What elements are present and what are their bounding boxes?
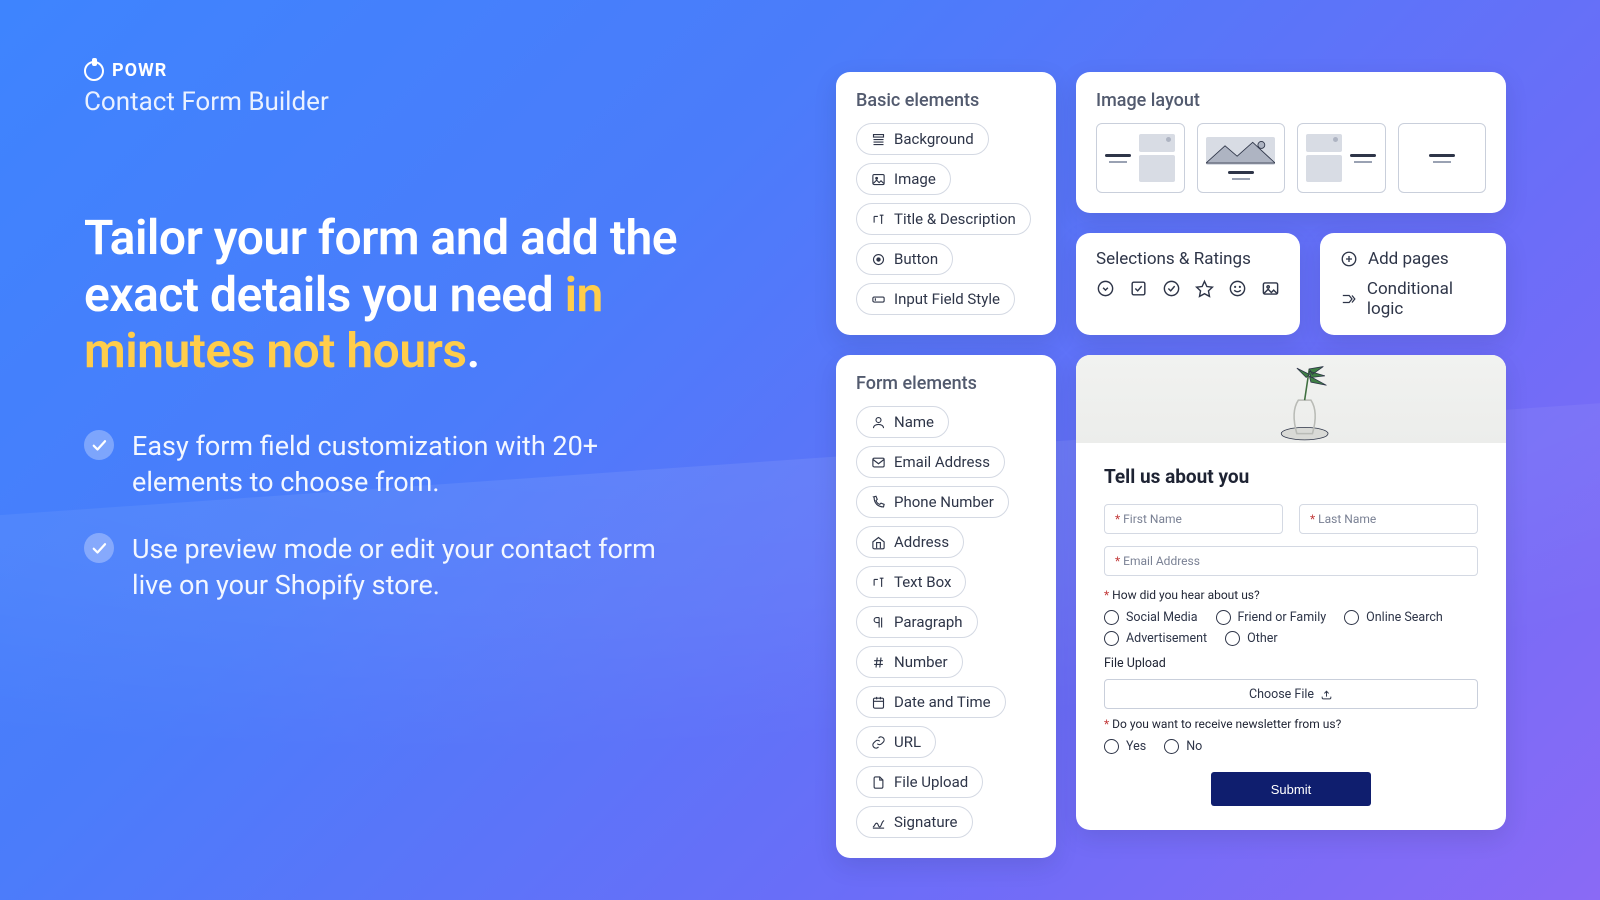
image-icon <box>1261 279 1280 298</box>
card-title: Form elements <box>856 373 1036 394</box>
element-pill-textbox[interactable]: Text Box <box>856 566 966 598</box>
radio-option[interactable]: Social Media <box>1104 610 1198 625</box>
layout-option-2[interactable] <box>1197 123 1286 193</box>
card-title: Image layout <box>1096 90 1486 111</box>
layout-option-3[interactable] <box>1297 123 1386 193</box>
element-pill-title[interactable]: Title & Description <box>856 203 1031 235</box>
add-pages-row[interactable]: Add pages <box>1340 249 1486 269</box>
element-pill-paragraph[interactable]: Paragraph <box>856 606 978 638</box>
element-pill-number[interactable]: Number <box>856 646 963 678</box>
element-pill-file[interactable]: File Upload <box>856 766 983 798</box>
form-hero-image <box>1076 355 1506 443</box>
submit-button[interactable]: Submit <box>1211 772 1371 806</box>
smile-icon <box>1228 279 1247 298</box>
element-pill-button[interactable]: Button <box>856 243 953 275</box>
element-pill-background[interactable]: Background <box>856 123 989 155</box>
element-pill-address[interactable]: Address <box>856 526 964 558</box>
powr-logo-icon <box>84 61 104 81</box>
element-pill-phone[interactable]: Phone Number <box>856 486 1009 518</box>
hero-heading: Tailor your form and add the exact detai… <box>84 210 724 380</box>
form-elements-card: Form elements Name Email Address Phone N… <box>836 355 1056 858</box>
bullet-item: Easy form field customization with 20+ e… <box>84 428 724 501</box>
radio-option[interactable]: Other <box>1225 631 1277 646</box>
radio-option[interactable]: No <box>1164 739 1202 754</box>
image-layout-card: Image layout <box>1076 72 1506 213</box>
check-icon <box>84 533 114 563</box>
basic-elements-card: Basic elements Background Image Title & … <box>836 72 1056 335</box>
radio-option[interactable]: Yes <box>1104 739 1146 754</box>
element-pill-url[interactable]: URL <box>856 726 936 758</box>
form-preview-card: Tell us about you *First Name *Last Name… <box>1076 355 1506 830</box>
card-title: Basic elements <box>856 90 1036 111</box>
layout-option-1[interactable] <box>1096 123 1185 193</box>
radio-option[interactable]: Online Search <box>1344 610 1443 625</box>
radio-option[interactable]: Advertisement <box>1104 631 1207 646</box>
email-field[interactable]: *Email Address <box>1104 546 1478 576</box>
check-icon <box>84 430 114 460</box>
check-circle-icon <box>1162 279 1181 298</box>
plus-circle-icon <box>1340 250 1358 268</box>
brand-name: POWR <box>112 60 167 81</box>
product-name: Contact Form Builder <box>84 87 329 117</box>
element-pill-image[interactable]: Image <box>856 163 951 195</box>
bullet-item: Use preview mode or edit your contact fo… <box>84 531 724 604</box>
question-label: *Do you want to receive newsletter from … <box>1104 717 1478 731</box>
brand-header: POWR Contact Form Builder <box>84 60 329 117</box>
element-pill-date[interactable]: Date and Time <box>856 686 1006 718</box>
radio-option[interactable]: Friend or Family <box>1216 610 1327 625</box>
element-pill-email[interactable]: Email Address <box>856 446 1005 478</box>
element-pill-name[interactable]: Name <box>856 406 949 438</box>
last-name-field[interactable]: *Last Name <box>1299 504 1478 534</box>
file-upload-label: File Upload <box>1104 656 1478 671</box>
logic-icon <box>1340 290 1357 308</box>
question-label: *How did you hear about us? <box>1104 588 1478 602</box>
selections-ratings-card: Selections & Ratings <box>1076 233 1300 335</box>
checkbox-icon <box>1129 279 1148 298</box>
first-name-field[interactable]: *First Name <box>1104 504 1283 534</box>
advanced-card: Add pages Conditional logic <box>1320 233 1506 335</box>
element-pill-input-style[interactable]: Input Field Style <box>856 283 1015 315</box>
choose-file-button[interactable]: Choose File <box>1104 679 1478 709</box>
element-pill-signature[interactable]: Signature <box>856 806 973 838</box>
star-icon <box>1195 279 1214 298</box>
layout-option-4[interactable] <box>1398 123 1487 193</box>
form-title: Tell us about you <box>1104 465 1478 488</box>
card-title: Selections & Ratings <box>1096 249 1280 269</box>
conditional-logic-row[interactable]: Conditional logic <box>1340 279 1486 319</box>
dropdown-circle-icon <box>1096 279 1115 298</box>
